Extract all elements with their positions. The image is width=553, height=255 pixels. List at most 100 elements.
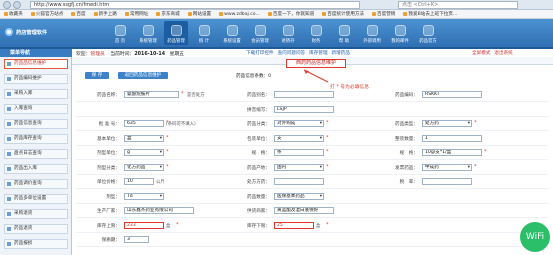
otc-checkbox[interactable]: 是否处方 [187, 92, 205, 98]
bookmark-item[interactable]: 收藏夹 [4, 11, 23, 17]
form-select[interactable]: Td [124, 192, 164, 200]
sidebar-item[interactable]: 药品编码维护 [4, 74, 68, 84]
save-button[interactable]: 保 存 [85, 72, 109, 79]
pack_count-input[interactable]: 1 [422, 134, 482, 142]
sidebar-item[interactable]: 采购退货 [4, 209, 68, 219]
nav-item[interactable]: 财务 [304, 21, 328, 45]
sidebar-item[interactable]: 采购入库 [4, 89, 68, 99]
bookmark-item[interactable]: 常用网址 [124, 11, 148, 17]
nav-item[interactable]: 统 计 [192, 21, 216, 45]
nav-label[interactable]: 会员管理 [251, 38, 269, 44]
sidebar-item[interactable]: 盘点日志查询 [4, 149, 68, 159]
sidebar-item[interactable]: 药品出入库 [4, 164, 68, 174]
wifi-icon[interactable]: WiFi [520, 222, 550, 252]
nav-label[interactable]: 进销存 [281, 38, 294, 44]
name-input[interactable]: 氨酚烷胺片 [124, 91, 179, 98]
user-link[interactable]: 查问问题问答 [278, 50, 306, 56]
dose-select[interactable]: g [124, 149, 164, 156]
bookmark-item[interactable]: 京东商城 [156, 11, 180, 17]
nav-item[interactable]: 首 页 [108, 21, 132, 45]
back-to-list-button[interactable]: 返回药品信息维护 [118, 72, 168, 79]
nav-label[interactable]: 我的邮件 [391, 38, 409, 44]
bookmark-label[interactable]: 百度一下，你就知道 [273, 11, 314, 17]
nav-label[interactable]: 统 计 [199, 38, 209, 44]
pinyin2-input[interactable]: LSJP [274, 105, 334, 113]
shelf-input[interactable]: 3 [124, 236, 149, 243]
sidebar-item[interactable]: 药品多单位设置 [4, 194, 68, 204]
sidebar-item[interactable]: 药品调价查询 [4, 179, 68, 189]
bookmark-item[interactable]: 百度 [71, 11, 86, 17]
unit-select[interactable]: 盒 [124, 134, 164, 142]
bookmark-item[interactable]: 火狐官方站点 [30, 11, 64, 17]
stock-input[interactable]: 10 [124, 178, 154, 185]
forward-icon[interactable] [13, 1, 21, 9]
pack-select[interactable]: 支 [274, 134, 324, 142]
sidebar-item[interactable]: 药品信息查询 [4, 119, 68, 129]
bookmark-label[interactable]: 常用网址 [130, 11, 148, 17]
nav-label[interactable]: 药品官方 [419, 38, 437, 44]
nav-label[interactable]: 首 页 [115, 38, 125, 44]
nav-item[interactable]: 药品官方 [416, 21, 440, 45]
nav-label[interactable]: 系统管理 [139, 38, 157, 44]
nav-item[interactable]: 系统设置 [220, 21, 244, 45]
bookmark-label[interactable]: 我爱B站去上班下拉页... [408, 11, 457, 17]
nav-item[interactable]: 帮 助 [332, 21, 356, 45]
supplier-input[interactable]: 黄蓝酯及湿白底保好 [274, 207, 334, 214]
bookmark-label[interactable]: www.zdbaj.co... [224, 12, 260, 17]
nav-item[interactable]: 外部调用 [360, 21, 384, 45]
factory-input[interactable]: 山东鑫齐药业有限公司 [124, 207, 194, 214]
category-select[interactable]: 对外购成 [274, 120, 324, 127]
nav-label[interactable]: 外部调用 [363, 38, 381, 44]
bookmark-label[interactable]: 火狐官方站点 [36, 11, 64, 17]
user-right-link[interactable]: 退出系统 [494, 50, 512, 56]
max-input[interactable]: 25 [274, 221, 314, 229]
nav-label[interactable]: 财务 [312, 38, 321, 44]
nav-label[interactable]: 帮 助 [339, 38, 349, 44]
sidebar-item[interactable]: 药品品信息维护 [4, 59, 68, 69]
bookmark-item[interactable]: 百度一下，你就知道 [267, 11, 314, 17]
life-input[interactable] [422, 178, 472, 185]
sidebar-item[interactable]: 药品库存查询 [4, 134, 68, 144]
bookmark-label[interactable]: 网站设置 [193, 11, 211, 17]
bookmark-item[interactable]: 网站设置 [187, 11, 211, 17]
bookmark-item[interactable]: www.zdbaj.co... [219, 12, 260, 17]
code-input[interactable]: 635 [124, 120, 164, 127]
address-bar[interactable]: http://www.ssgfj.cn/fmedi.htm [30, 1, 360, 9]
alias-input[interactable] [274, 91, 334, 98]
price-select[interactable]: 化方药品 [124, 163, 164, 171]
mfr-select[interactable]: 医保基本药品 [274, 192, 324, 200]
bookmark-label[interactable]: 收藏夹 [9, 11, 23, 17]
bookmark-label[interactable]: 百度统计使用方法 [327, 11, 364, 17]
user-link[interactable]: 新增药品 [332, 50, 350, 56]
back-icon[interactable] [3, 1, 11, 9]
nav-item[interactable]: 我的邮件 [388, 21, 412, 45]
nav-label[interactable]: 药品管理 [167, 38, 185, 44]
bookmark-label[interactable]: 百度营销 [377, 11, 395, 17]
nav-item[interactable]: 进销存 [276, 21, 300, 45]
bookmark-item[interactable]: 百度营销 [372, 11, 395, 17]
origin-select[interactable]: 国内 [274, 163, 324, 171]
nav-item[interactable]: 会员管理 [248, 21, 272, 45]
storage-select[interactable]: 中成药 [422, 163, 472, 171]
bookmark-item[interactable]: 百度统计使用方法 [322, 11, 364, 17]
nav-item[interactable]: 系统管理 [136, 21, 160, 45]
nav-item[interactable]: 药品管理 [164, 21, 188, 45]
type-select[interactable]: 处方药 [422, 120, 472, 127]
min-input[interactable]: 233 [124, 221, 164, 229]
nav-label[interactable]: 系统设置 [223, 38, 241, 44]
user-link[interactable]: 下载打印控件 [246, 50, 274, 56]
spec-input[interactable]: 条 [274, 149, 324, 156]
user-link[interactable]: 库存管理 [309, 50, 327, 56]
user-right-link[interactable]: 全屏模式 [472, 50, 490, 56]
bookmark-label[interactable]: 京东商城 [161, 11, 179, 17]
stock2-input[interactable] [274, 178, 324, 185]
bookmark-item[interactable]: 我爱B站去上班下拉页... [403, 11, 457, 17]
size-input[interactable]: 10g/支*1/盒 [422, 149, 482, 156]
pinyin-input[interactable]: RSKKT [422, 91, 482, 98]
bookmark-label[interactable]: 百度 [76, 11, 85, 17]
bookmark-label[interactable]: 新手上路 [99, 11, 117, 17]
sidebar-item[interactable]: 药品退货 [4, 224, 68, 234]
browser-search-input[interactable]: 点击 <Ctrl+K> [398, 1, 518, 9]
sidebar-item[interactable]: 药品报损 [4, 239, 68, 249]
sidebar-item[interactable]: 入库查询 [4, 104, 68, 114]
